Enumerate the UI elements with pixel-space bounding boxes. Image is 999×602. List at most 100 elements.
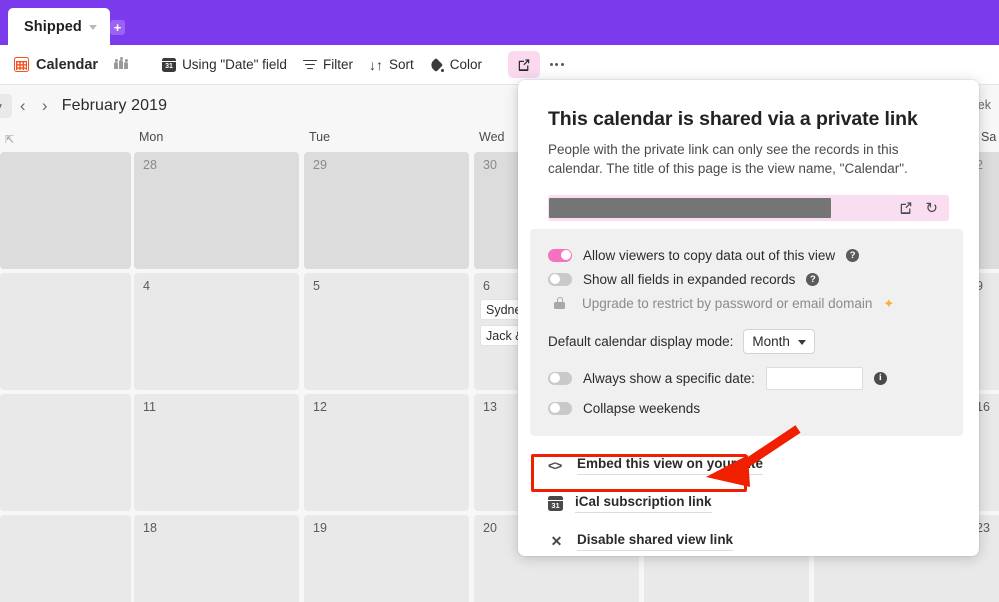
filter-label: Filter (322, 57, 353, 72)
option-specific-date-label: Always show a specific date: (583, 370, 755, 386)
close-icon: ✕ (550, 533, 563, 549)
add-tab-button[interactable]: + (110, 20, 125, 35)
view-name-button[interactable]: Calendar (10, 52, 106, 78)
dialog-subtitle: People with the private link can only se… (548, 142, 908, 176)
day-number: 13 (483, 400, 497, 414)
day-cell[interactable] (0, 394, 131, 511)
info-icon[interactable]: i (873, 371, 887, 385)
day-cell[interactable]: 28 (134, 152, 299, 269)
day-number: 29 (313, 158, 327, 172)
display-mode-row: Default calendar display mode: Month (548, 329, 945, 354)
date-field-button[interactable]: Using "Date" field (154, 52, 295, 78)
share-url-actions: ↻ (899, 201, 940, 216)
sort-icon: ↓↑ (368, 56, 383, 73)
display-mode-label: Default calendar display mode: (548, 334, 734, 349)
dialog-links: <> Embed this view on your site iCal sub… (548, 452, 949, 555)
help-icon[interactable]: ? (806, 272, 820, 286)
day-number: 5 (313, 279, 320, 293)
specific-date-input[interactable] (765, 366, 863, 390)
date-field-label: Using "Date" field (182, 57, 287, 72)
day-cell[interactable]: 19 (304, 515, 469, 602)
day-number: 4 (143, 279, 150, 293)
day-cell[interactable] (0, 273, 131, 390)
external-link-icon (518, 58, 530, 71)
paint-drop-icon (428, 57, 444, 72)
day-cell[interactable] (0, 152, 131, 269)
weekday-tue: Tue (309, 130, 331, 144)
link-ical-subscription-label: iCal subscription link (575, 494, 712, 513)
toggle-show-all-fields[interactable] (548, 272, 572, 286)
sparkle-icon: ✦ (883, 295, 895, 311)
lock-icon (554, 297, 565, 309)
dot-2 (555, 63, 559, 66)
day-number: 18 (143, 521, 157, 535)
option-show-all-fields[interactable]: Show all fields in expanded records ? (548, 267, 945, 291)
people-icon (114, 56, 129, 69)
share-view-button[interactable] (507, 51, 540, 78)
weekday-wed: Wed (479, 130, 505, 144)
day-number: 19 (313, 521, 327, 535)
link-disable-shared-view[interactable]: ✕ Disable shared view link (548, 528, 949, 555)
more-options-button[interactable] (544, 52, 570, 78)
link-disable-shared-view-label: Disable shared view link (577, 532, 734, 551)
toggle-specific-date[interactable] (548, 371, 572, 385)
link-embed-view[interactable]: <> Embed this view on your site (548, 452, 949, 479)
filter-button[interactable]: Filter (295, 52, 361, 78)
help-icon[interactable]: ? (846, 248, 860, 262)
weekday-mon: Mon (139, 130, 164, 144)
week-toggle-label[interactable]: ek (978, 98, 991, 112)
sort-button[interactable]: ↓↑ Sort (361, 52, 422, 78)
collaborators-button[interactable] (106, 52, 136, 78)
toggle-collapse-weekends[interactable] (548, 401, 572, 415)
link-ical-subscription[interactable]: iCal subscription link (548, 490, 949, 517)
share-url-redacted[interactable] (549, 198, 831, 218)
link-embed-view-label: Embed this view on your site (577, 456, 764, 475)
chevron-left-icon: ‹ (19, 96, 26, 115)
filter-icon (302, 59, 317, 71)
plus-icon: + (113, 19, 122, 35)
expand-arrows-icon[interactable]: ⇱ (5, 135, 17, 147)
option-upgrade-label: Upgrade to restrict by password or email… (582, 295, 873, 311)
day-cell[interactable]: 4 (134, 273, 299, 390)
day-cell[interactable]: 12 (304, 394, 469, 511)
chevron-down-icon[interactable] (88, 25, 97, 30)
toggle-copy-data[interactable] (548, 248, 572, 262)
calendar-icon (14, 57, 29, 72)
prev-month-button[interactable]: ‹ (12, 93, 34, 119)
tab-shipped-label: Shipped (24, 18, 82, 35)
display-mode-value: Month (752, 334, 790, 349)
share-options-panel: Allow viewers to copy data out of this v… (530, 229, 963, 436)
calendar-icon (548, 496, 563, 511)
next-month-button[interactable]: › (34, 93, 56, 119)
view-name-label: Calendar (36, 56, 99, 73)
day-number: 30 (483, 158, 497, 172)
share-url-row: ↻ (548, 195, 949, 221)
day-cell[interactable]: 5 (304, 273, 469, 390)
external-link-icon[interactable] (899, 201, 913, 215)
option-specific-date[interactable]: Always show a specific date: i (548, 366, 945, 390)
option-show-all-fields-label: Show all fields in expanded records (583, 271, 796, 287)
color-label: Color (449, 57, 482, 72)
chevron-down-icon (797, 340, 806, 345)
day-number: 6 (483, 279, 490, 293)
tab-shipped[interactable]: Shipped (8, 8, 110, 45)
view-toolbar: Calendar Using "Date" field Filter ↓↑ So… (0, 45, 999, 85)
day-cell[interactable] (0, 515, 131, 602)
option-upgrade-restrict[interactable]: Upgrade to restrict by password or email… (548, 291, 945, 315)
day-number: 11 (143, 400, 156, 414)
day-cell[interactable]: 29 (304, 152, 469, 269)
display-mode-select[interactable]: Month (743, 329, 815, 354)
option-copy-data[interactable]: Allow viewers to copy data out of this v… (548, 243, 945, 267)
option-copy-data-label: Allow viewers to copy data out of this v… (583, 247, 836, 263)
day-cell[interactable]: 11 (134, 394, 299, 511)
sort-label: Sort (388, 57, 414, 72)
calendar-title: February 2019 (61, 97, 168, 114)
color-button[interactable]: Color (422, 52, 490, 78)
today-label: ay (0, 99, 2, 114)
refresh-icon[interactable]: ↻ (925, 201, 938, 216)
option-collapse-weekends[interactable]: Collapse weekends (548, 396, 945, 420)
day-number: 12 (313, 400, 327, 414)
day-cell[interactable]: 18 (134, 515, 299, 602)
today-button[interactable]: ay (0, 94, 12, 118)
calendar-31-icon (162, 57, 177, 72)
